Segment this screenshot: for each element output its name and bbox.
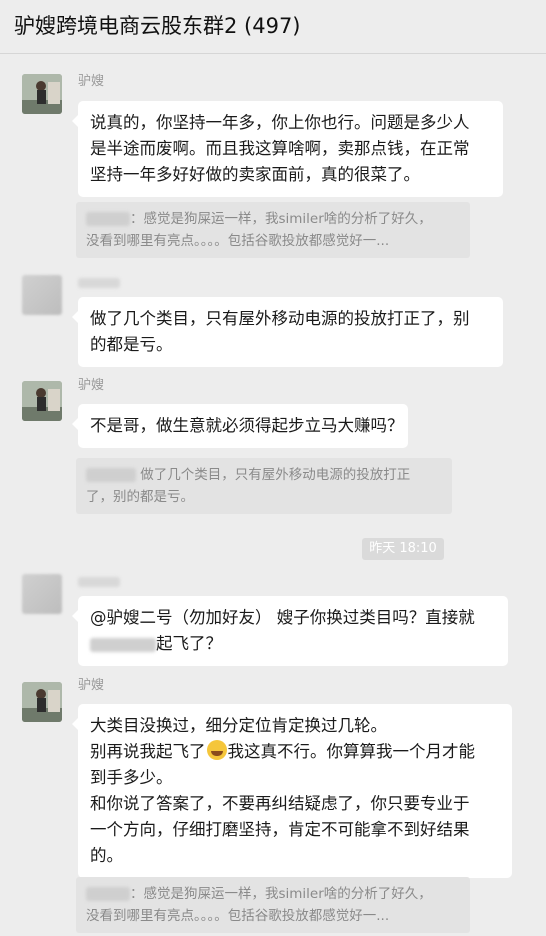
message-text: 的都是亏。 <box>90 335 173 354</box>
quote-text: 做了几个类目，只有屋外移动电源的投放打正 <box>86 464 442 486</box>
avatar-photo-icon <box>22 682 62 722</box>
message-text: 说真的，你坚持一年多，你上你也行。问题是多少人 <box>90 113 470 132</box>
sender-name: 驴嫂 <box>78 678 105 693</box>
quote-text: ：感觉是狗屎运一样，我similer啥的分析了好久， <box>86 883 460 905</box>
avatar[interactable] <box>22 275 62 315</box>
avatar-photo-icon <box>22 74 62 114</box>
redacted-name <box>86 887 130 901</box>
message-text: 坚持一年多好好做的卖家面前，真的很菜了。 <box>90 165 420 184</box>
sender-name: 驴嫂 <box>78 378 105 393</box>
quote-text: 没看到哪里有亮点。。。。包括谷歌投放都感觉好一... <box>86 908 390 924</box>
message-bubble[interactable]: 说真的，你坚持一年多，你上你也行。问题是多少人 是半途而废啊。而且我这算啥啊，卖… <box>72 101 503 197</box>
avatar-photo-icon <box>22 381 62 421</box>
sender-name-redacted <box>78 577 120 587</box>
quote-text: 没看到哪里有亮点。。。。包括谷歌投放都感觉好一... <box>86 233 390 249</box>
quoted-message[interactable]: ：感觉是狗屎运一样，我similer啥的分析了好久， 没看到哪里有亮点。。。。包… <box>76 877 470 933</box>
message-bubble[interactable]: 不是哥，做生意就必须得起步立马大赚吗？ <box>72 404 408 448</box>
message-text: 做了几个类目，只有屋外移动电源的投放打正了，别 <box>90 309 470 328</box>
message-bubble[interactable]: @驴嫂二号（勿加好友） 嫂子你换过类目吗？直接就 起飞了？ <box>72 596 508 666</box>
message-text: 别再说我起飞了 我这真不行。你算算我一个月才能 <box>90 740 475 761</box>
message-bubble[interactable]: 大类目没换过，细分定位肯定换过几轮。 别再说我起飞了 我这真不行。你算算我一个月才… <box>72 704 512 878</box>
sender-name: 驴嫂 <box>78 74 105 89</box>
quote-text: ：感觉是狗屎运一样，我similer啥的分析了好久， <box>86 208 460 230</box>
message-text: 的。 <box>90 846 123 865</box>
message-text: 起飞了？ <box>90 631 496 657</box>
avatar[interactable] <box>22 74 62 114</box>
timestamp: 昨天 18:10 <box>362 538 444 560</box>
message-text: @驴嫂二号（勿加好友） 嫂子你换过类目吗？直接就 <box>90 608 475 627</box>
sender-name-redacted <box>78 278 120 288</box>
message-text: 和你说了答案了，不要再纠结疑虑了，你只要专业于 <box>90 794 470 813</box>
redacted-name <box>86 468 136 482</box>
redacted-text <box>90 637 156 652</box>
avatar[interactable] <box>22 682 62 722</box>
message-text: 不是哥，做生意就必须得起步立马大赚吗？ <box>90 416 404 435</box>
message-text: 到手多少。 <box>90 768 173 787</box>
avatar[interactable] <box>22 381 62 421</box>
group-title[interactable]: 驴嫂跨境电商云股东群2 (497) <box>14 12 301 40</box>
avatar[interactable] <box>22 574 62 614</box>
crying-face-icon <box>206 740 227 760</box>
message-bubble[interactable]: 做了几个类目，只有屋外移动电源的投放打正了，别 的都是亏。 <box>72 297 503 367</box>
message-text: 大类目没换过，细分定位肯定换过几轮。 <box>90 716 387 735</box>
redacted-name <box>86 212 130 226</box>
quoted-message[interactable]: ：感觉是狗屎运一样，我similer啥的分析了好久， 没看到哪里有亮点。。。。包… <box>76 202 470 258</box>
message-text: 一个方向，仔细打磨坚持，肯定不可能拿不到好结果 <box>90 820 470 839</box>
quote-text: 了，别的都是亏。 <box>86 489 194 505</box>
chat-header: 驴嫂跨境电商云股东群2 (497) <box>0 0 546 54</box>
message-text: 是半途而废啊。而且我这算啥啊，卖那点钱，在正常 <box>90 139 470 158</box>
quoted-message[interactable]: 做了几个类目，只有屋外移动电源的投放打正 了，别的都是亏。 <box>76 458 452 514</box>
